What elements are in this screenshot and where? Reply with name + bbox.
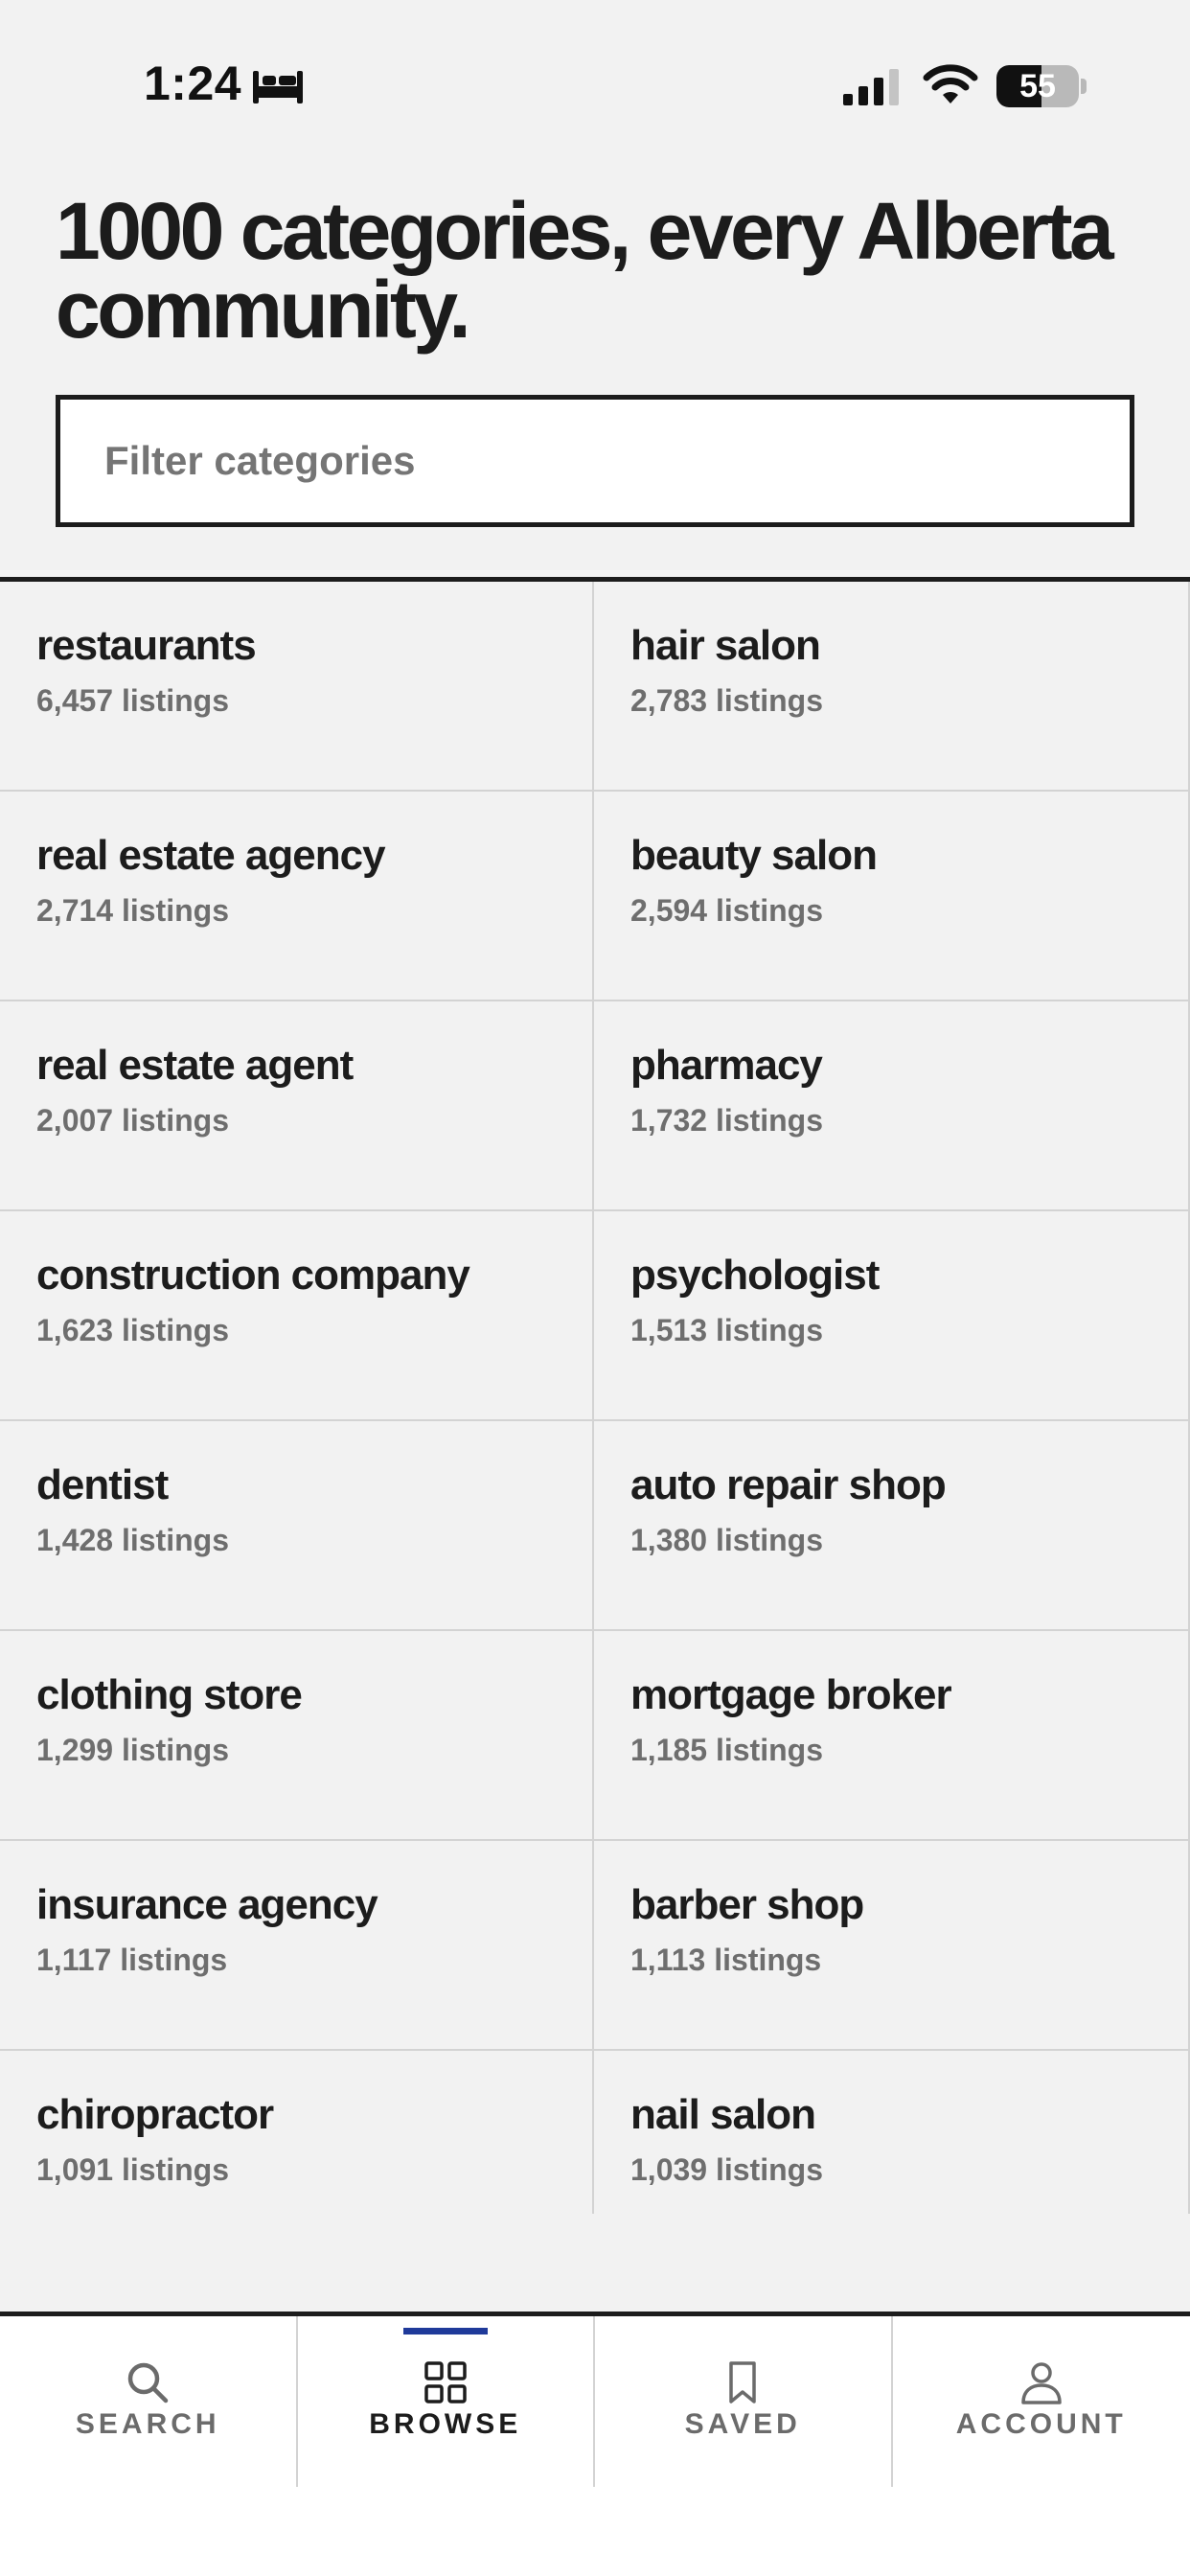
category-count: 2,007 listings <box>36 1103 229 1138</box>
nav-search-label: SEARCH <box>75 2408 220 2440</box>
nav-browse[interactable]: BROWSE <box>298 2316 595 2487</box>
category-item[interactable]: barber shop 1,113 listings <box>594 1841 1190 2051</box>
filter-input[interactable] <box>104 438 1130 484</box>
category-item[interactable]: nail salon 1,039 listings <box>594 2051 1190 2214</box>
nav-browse-label: BROWSE <box>369 2408 522 2440</box>
category-name: psychologist <box>630 1252 880 1299</box>
category-name: real estate agency <box>36 832 386 879</box>
category-name: pharmacy <box>630 1042 823 1089</box>
battery-percent: 55 <box>1019 67 1056 104</box>
category-item[interactable]: mortgage broker 1,185 listings <box>594 1631 1190 1841</box>
nav-account[interactable]: ACCOUNT <box>893 2316 1190 2487</box>
active-tab-indicator <box>402 2328 488 2334</box>
category-item[interactable]: beauty salon 2,594 listings <box>594 792 1190 1001</box>
category-item[interactable]: chiropractor 1,091 listings <box>0 2051 594 2214</box>
category-item[interactable]: insurance agency 1,117 listings <box>0 1841 594 2051</box>
browse-page: 1:24 55 1000 categories, every Alberta c… <box>0 0 1190 2576</box>
category-count: 1,113 listings <box>630 1943 822 1977</box>
category-count: 1,732 listings <box>630 1103 823 1138</box>
category-item[interactable]: auto repair shop 1,380 listings <box>594 1421 1190 1631</box>
filter-field[interactable] <box>56 395 1134 527</box>
category-name: hair salon <box>630 622 821 669</box>
cellular-signal-icon <box>843 69 899 105</box>
category-count: 1,091 listings <box>36 2152 229 2187</box>
category-count: 1,513 listings <box>630 1313 823 1347</box>
category-count: 2,783 listings <box>630 683 823 718</box>
category-name: nail salon <box>630 2091 816 2138</box>
grid-icon <box>424 2361 467 2404</box>
category-count: 2,594 listings <box>630 893 823 928</box>
category-item[interactable]: real estate agent 2,007 listings <box>0 1001 594 1211</box>
category-name: mortgage broker <box>630 1671 952 1718</box>
category-count: 1,185 listings <box>630 1733 823 1767</box>
battery-cap <box>1081 79 1087 94</box>
category-item[interactable]: restaurants 6,457 listings <box>0 582 594 792</box>
category-name: clothing store <box>36 1671 303 1718</box>
category-name: insurance agency <box>36 1881 378 1928</box>
category-name: real estate agent <box>36 1042 354 1089</box>
category-item[interactable]: dentist 1,428 listings <box>0 1421 594 1631</box>
search-icon <box>128 2362 169 2404</box>
category-name: chiropractor <box>36 2091 274 2138</box>
category-count: 1,380 listings <box>630 1523 823 1557</box>
bookmark-icon <box>729 2361 756 2404</box>
nav-account-label: ACCOUNT <box>955 2408 1127 2440</box>
category-name: beauty salon <box>630 832 878 879</box>
category-item[interactable]: clothing store 1,299 listings <box>0 1631 594 1841</box>
category-name: construction company <box>36 1252 470 1299</box>
category-item[interactable]: real estate agency 2,714 listings <box>0 792 594 1001</box>
bed-icon <box>253 71 303 104</box>
category-name: auto repair shop <box>630 1461 947 1508</box>
category-count: 1,299 listings <box>36 1733 229 1767</box>
status-bar: 1:24 55 <box>0 0 1190 172</box>
wifi-icon <box>923 64 978 104</box>
category-item[interactable]: hair salon 2,783 listings <box>594 582 1190 792</box>
category-count: 1,117 listings <box>36 1943 228 1977</box>
category-count: 1,428 listings <box>36 1523 229 1557</box>
category-item[interactable]: psychologist 1,513 listings <box>594 1211 1190 1421</box>
category-count: 1,039 listings <box>630 2152 823 2187</box>
category-count: 1,623 listings <box>36 1313 229 1347</box>
category-grid: restaurants 6,457 listings hair salon 2,783… <box>0 577 1190 2214</box>
category-count: 6,457 listings <box>36 683 229 718</box>
page-title: 1000 categories, every Alberta community… <box>56 186 1114 355</box>
category-item[interactable]: construction company 1,623 listings <box>0 1211 594 1421</box>
category-name: barber shop <box>630 1881 864 1928</box>
category-count: 2,714 listings <box>36 893 229 928</box>
category-item[interactable]: pharmacy 1,732 listings <box>594 1001 1190 1211</box>
category-name: dentist <box>36 1461 169 1508</box>
battery-icon: 55 <box>996 65 1079 107</box>
status-time: 1:24 <box>144 57 242 110</box>
nav-search[interactable]: SEARCH <box>0 2316 298 2487</box>
person-icon <box>1021 2362 1062 2404</box>
nav-saved-label: SAVED <box>684 2408 801 2440</box>
nav-saved[interactable]: SAVED <box>595 2316 893 2487</box>
bottom-nav: SEARCH BROWSE SAVED ACCOUNT <box>0 2312 1190 2576</box>
category-name: restaurants <box>36 622 257 669</box>
